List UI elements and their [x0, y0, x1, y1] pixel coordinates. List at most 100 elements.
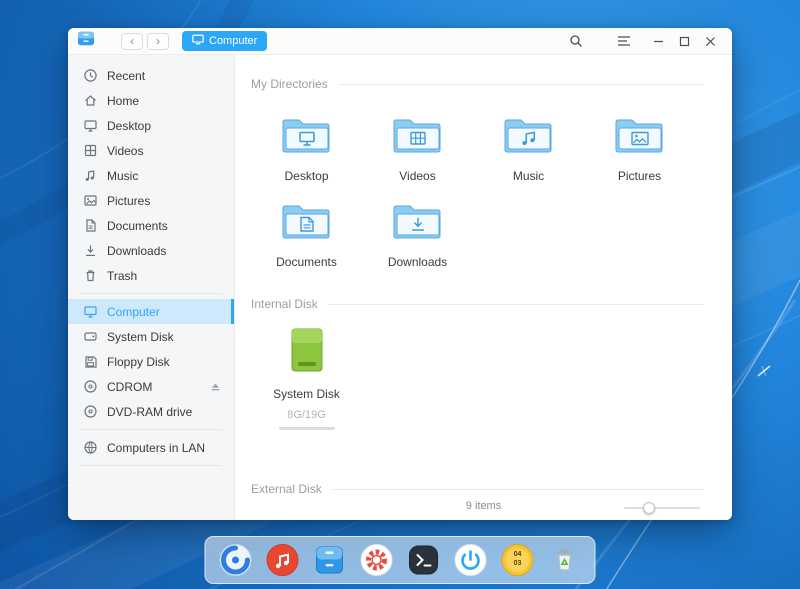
sidebar-item-label: Music: [107, 169, 138, 183]
cdrom-icon: [83, 379, 98, 394]
sidebar-item-label: Desktop: [107, 119, 151, 133]
folder-label: Documents: [276, 255, 337, 269]
section-title: Internal Disk: [251, 297, 318, 311]
disk-usage-text: 8G/19G: [287, 409, 326, 421]
sidebar-item-recent[interactable]: Recent: [68, 63, 234, 88]
directory-grid-row-1: Desktop Videos Music: [251, 113, 732, 183]
sidebar-item-home[interactable]: Home: [68, 88, 234, 113]
sidebar-item-downloads[interactable]: Downloads: [68, 238, 234, 263]
sidebar-item-label: Videos: [107, 144, 143, 158]
section-divider: [332, 489, 704, 490]
folder-tile-videos[interactable]: Videos: [362, 113, 473, 183]
sidebar-item-label: Downloads: [107, 244, 166, 258]
folder-tile-music[interactable]: Music: [473, 113, 584, 183]
sidebar-item-label: Computers in LAN: [107, 441, 205, 455]
tab-computer[interactable]: Computer: [182, 31, 267, 51]
statusbar: 9 items: [235, 500, 732, 516]
disk-label: System Disk: [273, 387, 340, 401]
trash-dock-icon[interactable]: [547, 542, 583, 578]
titlebar[interactable]: ‹ › Computer: [68, 28, 732, 55]
grid-icon: [83, 143, 98, 158]
sidebar-item-trash[interactable]: Trash: [68, 263, 234, 288]
folder-tile-pictures[interactable]: Pictures: [584, 113, 695, 183]
trash-icon: [83, 268, 98, 283]
minimize-button[interactable]: [645, 31, 671, 51]
folder-label: Pictures: [618, 169, 661, 183]
dock: 04 03: [205, 536, 596, 584]
network-icon: [83, 440, 98, 455]
computer-icon: [192, 34, 204, 48]
sidebar-item-label: Recent: [107, 69, 145, 83]
sidebar-separator: [80, 293, 222, 294]
picture-icon: [83, 193, 98, 208]
folder-tile-downloads[interactable]: Downloads: [362, 199, 473, 269]
sidebar-item-music[interactable]: Music: [68, 163, 234, 188]
icon-size-slider[interactable]: [624, 507, 700, 509]
sidebar-item-label: CDROM: [107, 380, 152, 394]
terminal-icon[interactable]: [406, 542, 442, 578]
tab-label: Computer: [209, 35, 257, 47]
back-button[interactable]: ‹: [121, 33, 143, 50]
content-area: My Directories Desktop Videos: [235, 55, 732, 520]
forward-button[interactable]: ›: [147, 33, 169, 50]
directory-grid-row-2: Documents Downloads: [251, 199, 732, 269]
sidebar-item-label: Floppy Disk: [107, 355, 170, 369]
sidebar-item-label: Pictures: [107, 194, 150, 208]
sidebar-item-label: Trash: [107, 269, 137, 283]
section-external-disk: External Disk: [251, 482, 704, 496]
sidebar-item-computer[interactable]: Computer: [68, 299, 234, 324]
sidebar-separator: [80, 429, 222, 430]
eject-icon[interactable]: [210, 381, 221, 392]
sidebar-item-pictures[interactable]: Pictures: [68, 188, 234, 213]
folder-label: Downloads: [388, 255, 447, 269]
music-note-icon: [83, 168, 98, 183]
folder-label: Desktop: [284, 169, 328, 183]
section-title: My Directories: [251, 77, 328, 91]
download-icon: [83, 243, 98, 258]
file-manager-window: ‹ › Computer Recent: [68, 28, 732, 520]
monitor-icon: [83, 118, 98, 133]
search-icon[interactable]: [563, 31, 589, 51]
sidebar-item-floppy-disk[interactable]: Floppy Disk: [68, 349, 234, 374]
floppy-icon: [83, 354, 98, 369]
folder-videos-icon: [392, 113, 444, 160]
shutdown-icon[interactable]: [453, 542, 489, 578]
clock-minute-text: 03: [500, 560, 536, 567]
dvd-icon: [83, 404, 98, 419]
sidebar-item-label: System Disk: [107, 330, 174, 344]
slider-knob[interactable]: [643, 502, 655, 514]
sidebar-item-label: DVD-RAM drive: [107, 405, 192, 419]
items-count: 9 items: [235, 500, 732, 512]
system-disk-tile[interactable]: System Disk 8G/19G: [251, 327, 362, 430]
music-app-icon[interactable]: [265, 542, 301, 578]
control-center-icon[interactable]: [359, 542, 395, 578]
sidebar-item-label: Home: [107, 94, 139, 108]
sidebar-item-cdrom[interactable]: CDROM: [68, 374, 234, 399]
folder-tile-documents[interactable]: Documents: [251, 199, 362, 269]
sidebar-item-videos[interactable]: Videos: [68, 138, 234, 163]
section-internal-disk: Internal Disk: [251, 297, 704, 311]
folder-tile-desktop[interactable]: Desktop: [251, 113, 362, 183]
folder-label: Videos: [399, 169, 435, 183]
folder-music-icon: [503, 113, 555, 160]
app-icon: [77, 30, 95, 52]
folder-pictures-icon: [614, 113, 666, 160]
section-my-directories: My Directories: [251, 55, 704, 91]
sidebar-item-desktop[interactable]: Desktop: [68, 113, 234, 138]
close-button[interactable]: [697, 31, 723, 51]
file-manager-icon[interactable]: [312, 542, 348, 578]
clock-tray-icon[interactable]: 04 03: [500, 542, 536, 578]
maximize-button[interactable]: [671, 31, 697, 51]
home-icon: [83, 93, 98, 108]
sidebar-item-computers-in-lan[interactable]: Computers in LAN: [68, 435, 234, 460]
section-divider: [338, 84, 704, 85]
sidebar-item-dvd-ram-drive[interactable]: DVD-RAM drive: [68, 399, 234, 424]
menu-icon[interactable]: [611, 31, 637, 51]
disk-usage-bar: [279, 427, 335, 430]
clock-hour-text: 04: [500, 551, 536, 558]
folder-documents-icon: [281, 199, 333, 246]
launcher-icon[interactable]: [218, 542, 254, 578]
sidebar-item-documents[interactable]: Documents: [68, 213, 234, 238]
sidebar-item-system-disk[interactable]: System Disk: [68, 324, 234, 349]
folder-downloads-icon: [392, 199, 444, 246]
